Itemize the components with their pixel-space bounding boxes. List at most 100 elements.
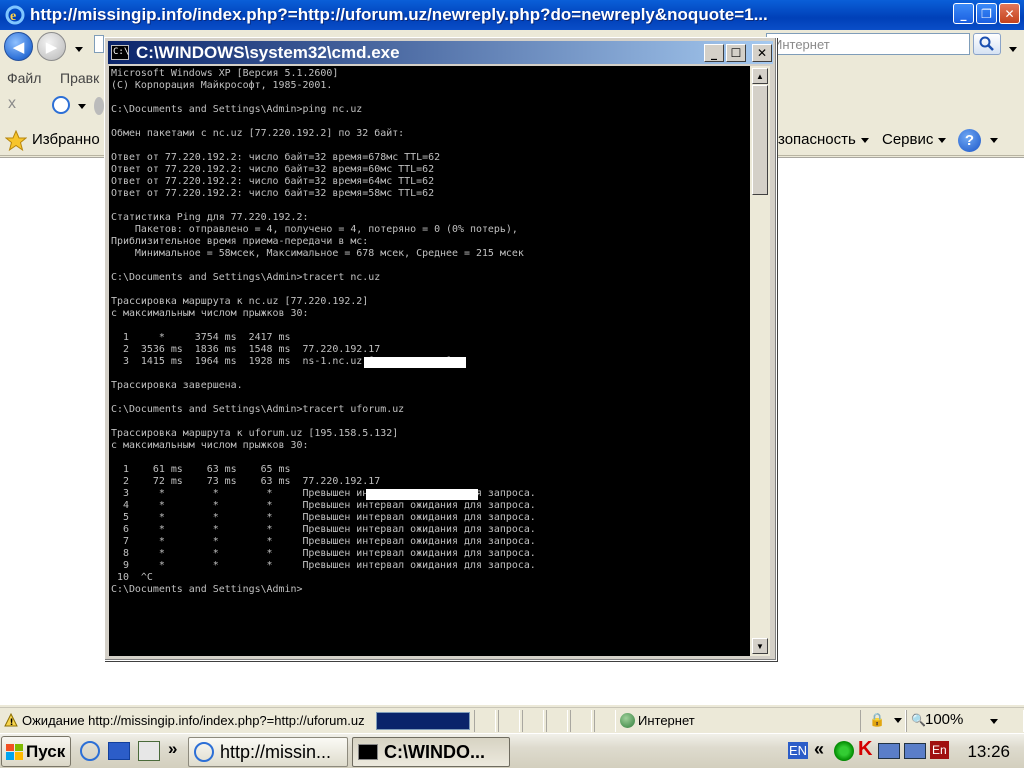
chevron-down-icon <box>75 47 83 53</box>
quicklaunch-app-icon[interactable] <box>138 741 160 761</box>
ie-close-button[interactable]: ✕ <box>999 3 1020 24</box>
status-pane <box>474 710 496 732</box>
cmd-scrollbar[interactable]: ▲ ▼ <box>750 66 770 656</box>
zoom-icon: 🔍 <box>911 713 926 727</box>
status-progress-bar <box>376 712 470 730</box>
console-line: с максимальным числом прыжков 30: <box>111 440 309 451</box>
console-line: 8 * * * Превышен интервал ожидания для з… <box>111 548 536 559</box>
search-input[interactable]: Интернет <box>766 33 970 55</box>
taskbar: Пуск » http://missin... C:\WINDO... EN «… <box>0 733 1024 768</box>
menu-edit[interactable]: Правк <box>60 70 99 86</box>
console-line: Microsoft Windows XP [Версия 5.1.2600] <box>111 68 339 79</box>
cmd-title-bar[interactable]: C:\ C:\WINDOWS\system32\cmd.exe _ ☐ ✕ <box>108 41 773 64</box>
console-line: Обмен пакетами с nc.uz [77.220.192.2] по… <box>111 128 405 139</box>
back-button[interactable]: ◀ <box>4 32 33 61</box>
console-line: Трассировка маршрута к nc.uz [77.220.192… <box>111 296 369 307</box>
scroll-thumb[interactable] <box>752 85 768 195</box>
ie-title-bar: e http://missingip.info/index.php?=http:… <box>0 0 1024 30</box>
console-line: 1 61 ms 63 ms 65 ms <box>111 464 303 475</box>
status-progress-fill <box>377 713 469 729</box>
console-line: C:\Documents and Settings\Admin> <box>111 584 303 595</box>
cmd-icon: C:\ <box>111 45 129 60</box>
task-label: http://missin... <box>220 741 332 762</box>
safety-menu[interactable]: зопасность <box>778 131 869 148</box>
quicklaunch-expand-icon[interactable]: » <box>168 739 177 759</box>
search-button[interactable] <box>973 33 1001 55</box>
network-connection-icon[interactable] <box>878 743 900 759</box>
chevron-down-icon <box>894 718 902 723</box>
console-line: Трассировка маршрута к uforum.uz [195.15… <box>111 428 399 439</box>
console-line: 10 ^C <box>111 572 153 583</box>
console-line: Ответ от 77.220.192.2: число байт=32 вре… <box>111 164 435 175</box>
zoom-level: 100% <box>925 711 964 728</box>
menu-file[interactable]: Файл <box>7 70 41 86</box>
task-cmd-window[interactable]: C:\WINDO... <box>352 737 510 767</box>
cmd-task-icon <box>358 744 378 760</box>
console-line: Ответ от 77.220.192.2: число байт=32 вре… <box>111 188 435 199</box>
console-line: Минимальное = 58мсек, Максимальное = 678… <box>111 248 524 259</box>
ie-window-title: http://missingip.info/index.php?=http://… <box>30 5 768 24</box>
cmd-window-title: C:\WINDOWS\system32\cmd.exe <box>136 42 400 62</box>
lock-settings-icon: 🔒 <box>869 712 886 727</box>
start-button[interactable]: Пуск <box>1 736 71 767</box>
network-tray-icon[interactable] <box>834 741 854 761</box>
chevron-down-icon[interactable] <box>990 138 998 143</box>
status-text: Ожидание http://missingip.info/index.php… <box>22 713 365 728</box>
ie-minimize-button[interactable]: _ <box>953 3 974 24</box>
refresh-icon[interactable] <box>52 96 70 114</box>
system-tray: EN « K En 13:26 <box>786 736 1024 767</box>
address-field[interactable] <box>94 35 104 53</box>
console-line: Приблизительное время приема-передачи в … <box>111 236 369 247</box>
task-ie-window[interactable]: http://missin... <box>188 737 348 767</box>
console-line: Ответ от 77.220.192.2: число байт=32 вре… <box>111 176 435 187</box>
safety-label: зопасность <box>778 131 856 148</box>
home-icon[interactable] <box>94 97 104 115</box>
scroll-up-button[interactable]: ▲ <box>752 68 768 84</box>
stop-button[interactable]: x <box>8 95 16 113</box>
forward-arrow-icon: ▶ <box>45 37 58 56</box>
console-line: (С) Корпорация Майкрософт, 1985-2001. <box>111 80 333 91</box>
language-indicator[interactable]: EN <box>788 742 809 759</box>
back-arrow-icon: ◀ <box>12 37 25 56</box>
ie-restore-button[interactable]: ❐ <box>976 3 997 24</box>
cmd-minimize-button[interactable]: _ <box>704 44 724 62</box>
network-connection-icon[interactable] <box>904 743 926 759</box>
ie-status-bar: ! Ожидание http://missingip.info/index.p… <box>0 707 1024 733</box>
console-line: 7 * * * Превышен интервал ожидания для з… <box>111 536 536 547</box>
task-label: C:\WINDO... <box>384 741 485 762</box>
zoom-button[interactable]: 🔍 100% <box>906 710 1024 732</box>
help-icon[interactable]: ? <box>958 129 981 152</box>
favorites-star-icon[interactable] <box>4 129 28 155</box>
history-dropdown-button[interactable] <box>70 42 83 56</box>
search-icon <box>979 36 994 51</box>
start-label: Пуск <box>26 741 66 761</box>
ie-logo-icon: e <box>3 3 27 27</box>
protected-mode-button[interactable]: 🔒 <box>860 710 906 732</box>
scroll-down-button[interactable]: ▼ <box>752 638 768 654</box>
antivirus-tray-icon[interactable]: K <box>858 738 872 761</box>
search-options-button[interactable] <box>1004 42 1017 56</box>
status-pane <box>522 710 544 732</box>
tools-menu[interactable]: Сервис <box>882 131 947 148</box>
console-line: 4 * * * Превышен интервал ожидания для з… <box>111 500 536 511</box>
quicklaunch-desktop-icon[interactable] <box>108 742 130 760</box>
favorites-button[interactable]: Избранно <box>32 131 100 148</box>
tray-expand-icon[interactable]: « <box>814 739 824 760</box>
quicklaunch-ie-icon[interactable] <box>80 741 100 761</box>
chevron-down-icon[interactable] <box>78 104 86 109</box>
cmd-maximize-button[interactable]: ☐ <box>726 44 746 62</box>
cmd-close-button[interactable]: ✕ <box>752 44 772 62</box>
svg-text:!: ! <box>10 718 14 727</box>
svg-text:e: e <box>10 9 16 24</box>
keyboard-layout-indicator[interactable]: En <box>930 741 949 759</box>
forward-button[interactable]: ▶ <box>37 32 66 61</box>
status-pane <box>498 710 520 732</box>
